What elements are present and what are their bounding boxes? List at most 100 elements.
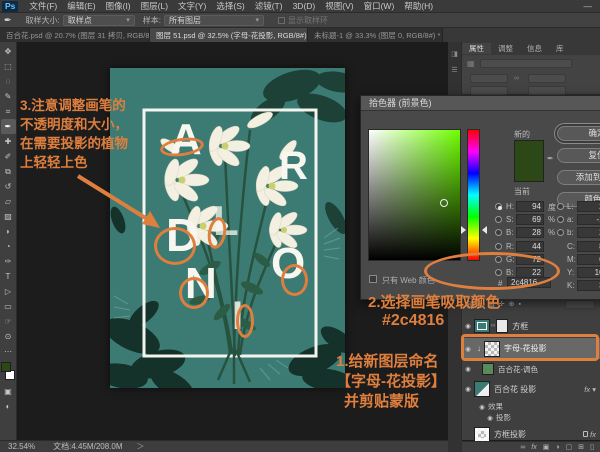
- tab-properties[interactable]: 属性: [462, 43, 491, 54]
- layer-name[interactable]: 百合花-调色: [498, 364, 538, 375]
- path-selection-tool[interactable]: ▷: [1, 284, 16, 299]
- radio-h[interactable]: [495, 203, 502, 210]
- shape-tool[interactable]: ▭: [1, 299, 16, 314]
- move-tool[interactable]: ✥: [1, 44, 16, 59]
- eyedropper-tool[interactable]: ✒: [1, 119, 16, 134]
- type-tool[interactable]: T: [1, 269, 16, 284]
- tab-document-1[interactable]: 百合花.psd @ 20.7% (图层 31 拷贝, RGB/8#) * ×: [0, 28, 150, 42]
- layer-fx-badge[interactable]: fx: [583, 430, 596, 439]
- m-value-field[interactable]: 60: [577, 254, 600, 265]
- eraser-tool[interactable]: ▱: [1, 194, 16, 209]
- layer-thumbnail[interactable]: [482, 363, 494, 375]
- menu-view[interactable]: 视图(V): [320, 0, 358, 12]
- show-sampling-ring-option[interactable]: 显示取样环: [278, 15, 328, 26]
- a-value-field[interactable]: -18: [577, 214, 600, 225]
- collapsed-panel-icon[interactable]: ☰: [448, 66, 461, 74]
- clone-stamp-tool[interactable]: ⧉: [1, 164, 16, 179]
- sample-size-dropdown[interactable]: 取样点 ▾: [63, 15, 135, 26]
- layer-thumbnail[interactable]: [474, 381, 490, 397]
- collapsed-panel-icon[interactable]: ◨: [448, 50, 461, 58]
- lock-all-icon[interactable]: ▪: [518, 301, 520, 308]
- history-brush-tool[interactable]: ↺: [1, 179, 16, 194]
- color-field[interactable]: [368, 129, 461, 261]
- reset-button[interactable]: 复位: [557, 148, 600, 163]
- tab-document-2-active[interactable]: 图层 51.psd @ 32.5% (字母-花投影, RGB/8#) * ×: [150, 28, 308, 42]
- menu-window[interactable]: 窗口(W): [359, 0, 400, 12]
- r-value-field[interactable]: 44: [516, 241, 544, 252]
- layer-dropshadow-row[interactable]: ◉ 投影: [462, 412, 600, 423]
- gradient-tool[interactable]: ▨: [1, 209, 16, 224]
- new-layer-icon[interactable]: ⊞: [578, 443, 584, 451]
- foreground-color-swatch[interactable]: [1, 362, 11, 372]
- menu-type[interactable]: 文字(Y): [173, 0, 211, 12]
- link-layers-icon[interactable]: ∞: [520, 444, 525, 451]
- delete-layer-icon[interactable]: ▯: [590, 443, 594, 451]
- adjustment-layer-icon[interactable]: ◑: [555, 444, 559, 451]
- l-value-field[interactable]: 27: [577, 201, 600, 212]
- k-value-field[interactable]: 37: [577, 280, 600, 291]
- healing-brush-tool[interactable]: ✚: [1, 134, 16, 149]
- crop-tool[interactable]: ⌗: [1, 104, 16, 119]
- color-field-marker[interactable]: [440, 199, 448, 207]
- radio-a[interactable]: [557, 216, 564, 223]
- radio-r[interactable]: [495, 243, 502, 250]
- layer-row-lily-shadow[interactable]: ◉ 百合花 投影 fx ▾: [462, 379, 600, 399]
- c-value-field[interactable]: 82: [577, 241, 600, 252]
- layer-thumbnail[interactable]: [474, 427, 490, 442]
- layer-name[interactable]: 方框: [512, 321, 528, 332]
- layer-effects-row[interactable]: ◉ 效果: [462, 401, 600, 412]
- h-value-field[interactable]: 94: [516, 201, 544, 212]
- visibility-eye-icon[interactable]: ◉: [476, 403, 488, 411]
- marquee-tool[interactable]: ⬚: [1, 59, 16, 74]
- radio-b[interactable]: [495, 229, 502, 236]
- menu-select[interactable]: 选择(S): [211, 0, 249, 12]
- dodge-tool[interactable]: ◔: [1, 239, 16, 254]
- zoom-tool[interactable]: ⊙: [1, 329, 16, 344]
- tab-document-3[interactable]: 未标题-1 @ 33.3% (图层 0, RGB/8#) * ×: [308, 28, 443, 42]
- layer-fx-badge[interactable]: fx ▾: [584, 385, 596, 394]
- zoom-level-value[interactable]: 32.54%: [8, 442, 35, 451]
- s-value-field[interactable]: 69: [516, 214, 544, 225]
- lock-artboard-icon[interactable]: ⊕: [509, 300, 515, 308]
- radio-lab-b[interactable]: [557, 229, 564, 236]
- y-value-field[interactable]: 100: [577, 267, 600, 278]
- menu-edit[interactable]: 编辑(E): [62, 0, 100, 12]
- visibility-eye-icon[interactable]: ◉: [462, 365, 474, 373]
- menu-file[interactable]: 文件(F): [24, 0, 62, 12]
- sample-dropdown[interactable]: 所有图层 ▾: [164, 15, 264, 26]
- brush-tool[interactable]: ✐: [1, 149, 16, 164]
- more-tools-button[interactable]: ⋯: [1, 344, 16, 359]
- radio-s[interactable]: [495, 216, 502, 223]
- tab-info[interactable]: 信息: [520, 43, 549, 54]
- hue-slider-arrow-left[interactable]: [461, 226, 466, 234]
- add-to-swatches-button[interactable]: 添加到色板: [557, 170, 600, 185]
- menu-3d[interactable]: 3D(D): [288, 1, 321, 11]
- hand-tool[interactable]: ☞: [1, 314, 16, 329]
- eyedropper-tool-icon[interactable]: ✒: [4, 15, 12, 26]
- quick-mask-button[interactable]: ▣: [1, 384, 16, 399]
- pen-tool[interactable]: ✑: [1, 254, 16, 269]
- minimize-button[interactable]: —: [576, 1, 600, 11]
- visibility-eye-icon[interactable]: ◉: [484, 414, 496, 422]
- ok-button[interactable]: 确定: [557, 126, 600, 141]
- tab-adjustments[interactable]: 调整: [491, 43, 520, 54]
- radio-l[interactable]: [557, 203, 564, 210]
- blur-tool[interactable]: ◗: [1, 224, 16, 239]
- lab-b-value-field[interactable]: 26: [577, 227, 600, 238]
- lasso-tool[interactable]: ◌: [1, 74, 16, 89]
- layer-name[interactable]: 方框投影: [494, 429, 526, 440]
- fill-dropdown[interactable]: [565, 300, 595, 309]
- add-mask-icon[interactable]: ▣: [543, 443, 550, 451]
- menu-image[interactable]: 图像(I): [101, 0, 136, 12]
- menu-filter[interactable]: 滤镜(T): [250, 0, 288, 12]
- status-expand-icon[interactable]: ＞: [137, 441, 145, 452]
- quick-selection-tool[interactable]: ✎: [1, 89, 16, 104]
- layer-style-icon[interactable]: fx: [531, 444, 536, 451]
- hue-slider[interactable]: [467, 129, 480, 261]
- menu-layer[interactable]: 图层(L): [136, 0, 173, 12]
- hue-slider-arrow-right[interactable]: [482, 226, 487, 234]
- web-colors-checkbox[interactable]: [369, 275, 377, 283]
- tab-libraries[interactable]: 库: [549, 43, 571, 54]
- screen-mode-button[interactable]: ◐: [1, 399, 16, 414]
- menu-help[interactable]: 帮助(H): [399, 0, 438, 12]
